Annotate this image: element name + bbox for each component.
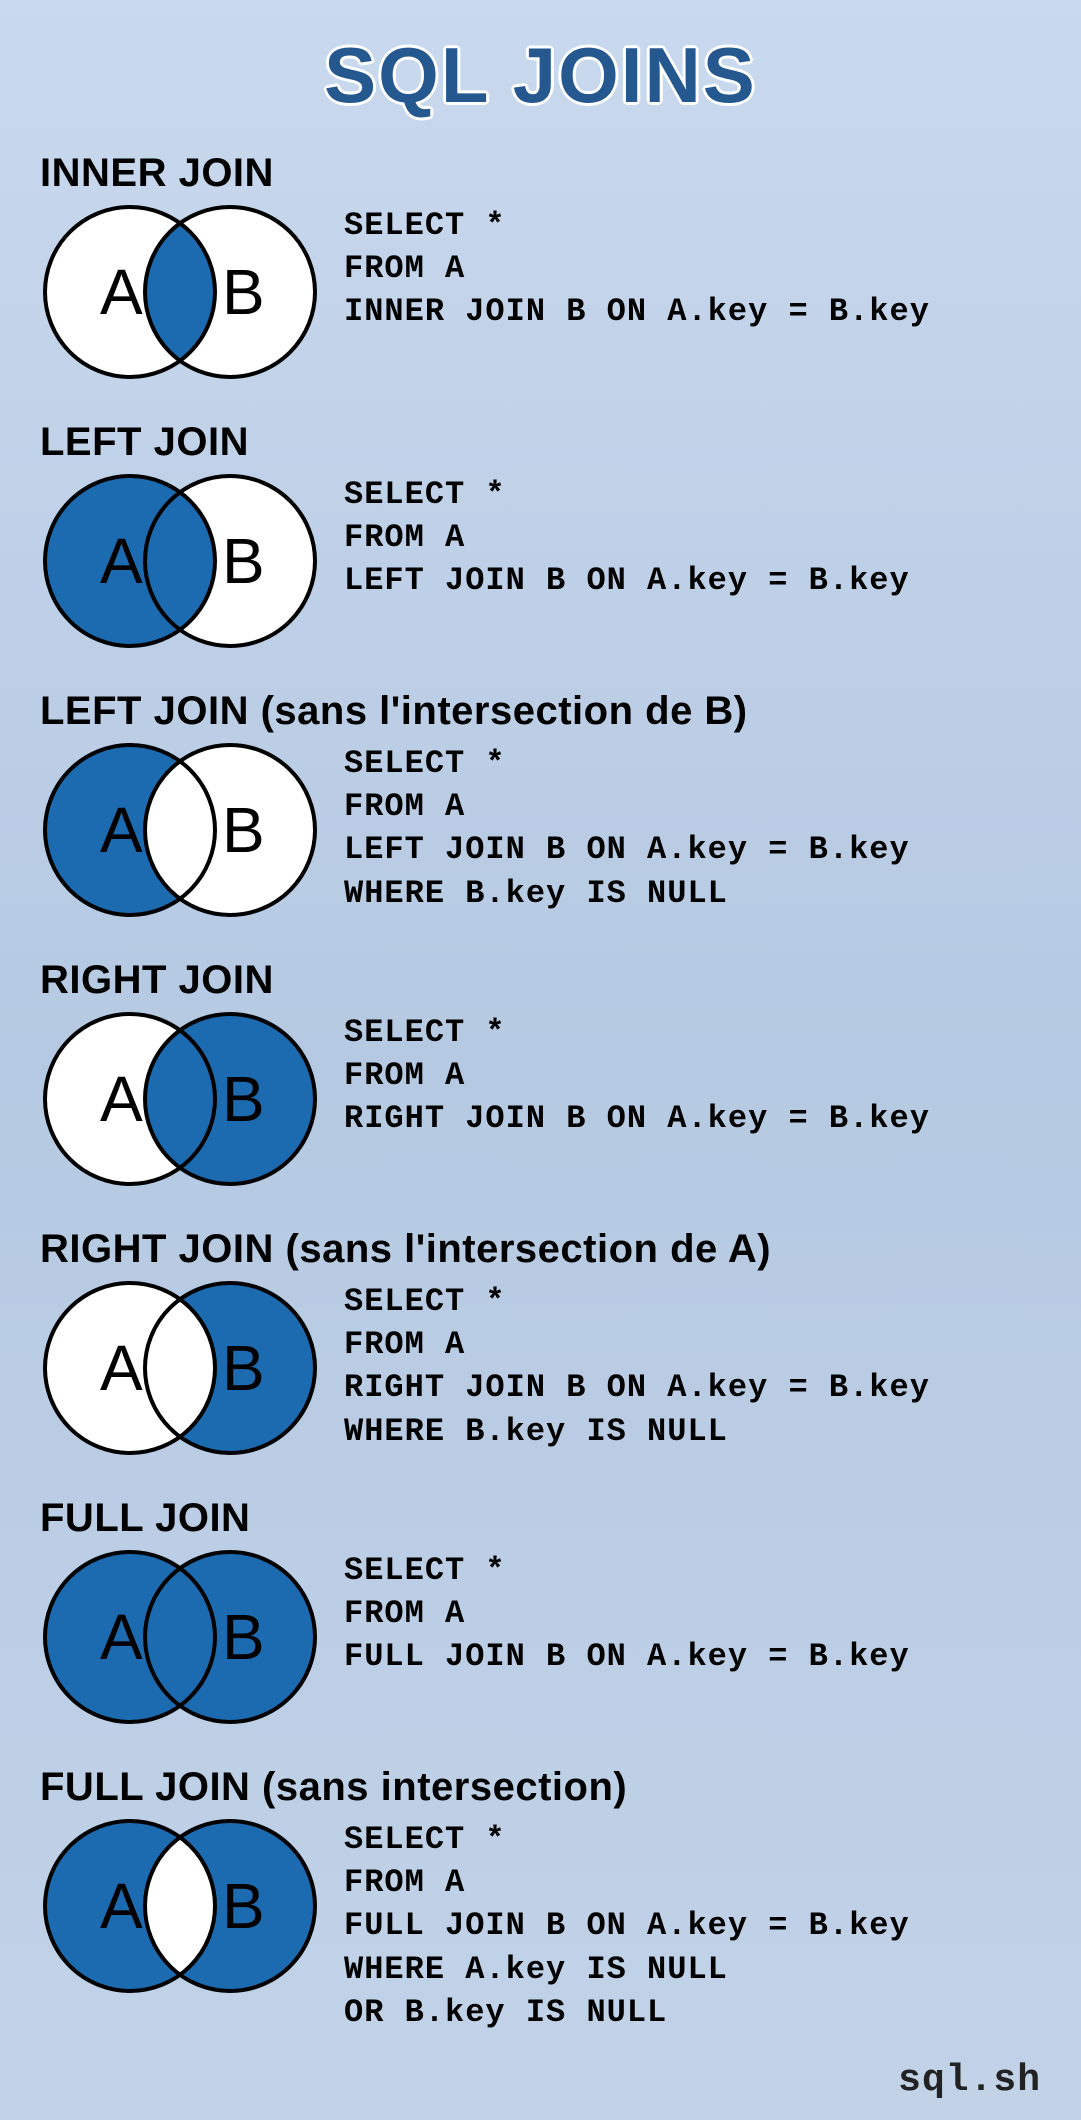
venn-label-a: A <box>100 256 143 328</box>
sql-code: SELECT * FROM A RIGHT JOIN B ON A.key = … <box>344 1009 930 1141</box>
venn-container: A B <box>40 740 320 920</box>
venn-container: A B <box>40 1547 320 1727</box>
venn-container: A B <box>40 202 320 382</box>
join-section-inner: INNER JOIN A B SELECT * FROM A INNER JOI… <box>40 151 1041 382</box>
section-title: RIGHT JOIN (sans l'intersection de A) <box>40 1227 1041 1272</box>
venn-diagram: A B <box>40 202 320 382</box>
venn-container: A B <box>40 1009 320 1189</box>
join-section-right: RIGHT JOIN A B SELECT * FROM A RIGHT JOI… <box>40 958 1041 1189</box>
join-section-right-null: RIGHT JOIN (sans l'intersection de A) A … <box>40 1227 1041 1458</box>
section-title: INNER JOIN <box>40 151 1041 196</box>
venn-diagram: A B <box>40 1009 320 1189</box>
section-row: A B SELECT * FROM A RIGHT JOIN B ON A.ke… <box>40 1278 1041 1458</box>
venn-diagram: A B <box>40 1816 320 1996</box>
venn-label-a: A <box>100 1870 143 1942</box>
section-title: FULL JOIN <box>40 1496 1041 1541</box>
section-row: A B SELECT * FROM A RIGHT JOIN B ON A.ke… <box>40 1009 1041 1189</box>
venn-diagram: A B <box>40 1547 320 1727</box>
sql-code: SELECT * FROM A LEFT JOIN B ON A.key = B… <box>344 740 910 915</box>
venn-label-b: B <box>222 1870 265 1942</box>
venn-label-b: B <box>222 1063 265 1135</box>
sql-code: SELECT * FROM A INNER JOIN B ON A.key = … <box>344 202 930 334</box>
section-row: A B SELECT * FROM A LEFT JOIN B ON A.key… <box>40 471 1041 651</box>
venn-label-b: B <box>222 525 265 597</box>
venn-label-a: A <box>100 525 143 597</box>
venn-container: A B <box>40 1816 320 1996</box>
join-section-left-null: LEFT JOIN (sans l'intersection de B) A B… <box>40 689 1041 920</box>
venn-container: A B <box>40 471 320 651</box>
section-title: LEFT JOIN (sans l'intersection de B) <box>40 689 1041 734</box>
section-title: FULL JOIN (sans intersection) <box>40 1765 1041 1810</box>
page-title: SQL JOINS <box>40 30 1041 121</box>
section-row: A B SELECT * FROM A FULL JOIN B ON A.key… <box>40 1816 1041 2034</box>
venn-label-b: B <box>222 1601 265 1673</box>
section-title: RIGHT JOIN <box>40 958 1041 1003</box>
venn-label-a: A <box>100 794 143 866</box>
section-title: LEFT JOIN <box>40 420 1041 465</box>
join-section-full: FULL JOIN A B SELECT * FROM A FULL JOIN … <box>40 1496 1041 1727</box>
venn-label-b: B <box>222 1332 265 1404</box>
footer-credit: sql.sh <box>898 2059 1041 2102</box>
venn-label-b: B <box>222 794 265 866</box>
sql-code: SELECT * FROM A RIGHT JOIN B ON A.key = … <box>344 1278 930 1453</box>
section-row: A B SELECT * FROM A INNER JOIN B ON A.ke… <box>40 202 1041 382</box>
venn-label-a: A <box>100 1601 143 1673</box>
venn-container: A B <box>40 1278 320 1458</box>
venn-diagram: A B <box>40 740 320 920</box>
section-row: A B SELECT * FROM A FULL JOIN B ON A.key… <box>40 1547 1041 1727</box>
venn-label-a: A <box>100 1332 143 1404</box>
sql-code: SELECT * FROM A FULL JOIN B ON A.key = B… <box>344 1547 910 1679</box>
section-row: A B SELECT * FROM A LEFT JOIN B ON A.key… <box>40 740 1041 920</box>
venn-diagram: A B <box>40 1278 320 1458</box>
join-section-full-null: FULL JOIN (sans intersection) A B SELECT… <box>40 1765 1041 2034</box>
sql-code: SELECT * FROM A LEFT JOIN B ON A.key = B… <box>344 471 910 603</box>
join-section-left: LEFT JOIN A B SELECT * FROM A LEFT JOIN … <box>40 420 1041 651</box>
venn-diagram: A B <box>40 471 320 651</box>
venn-label-a: A <box>100 1063 143 1135</box>
venn-label-b: B <box>222 256 265 328</box>
sql-code: SELECT * FROM A FULL JOIN B ON A.key = B… <box>344 1816 910 2034</box>
